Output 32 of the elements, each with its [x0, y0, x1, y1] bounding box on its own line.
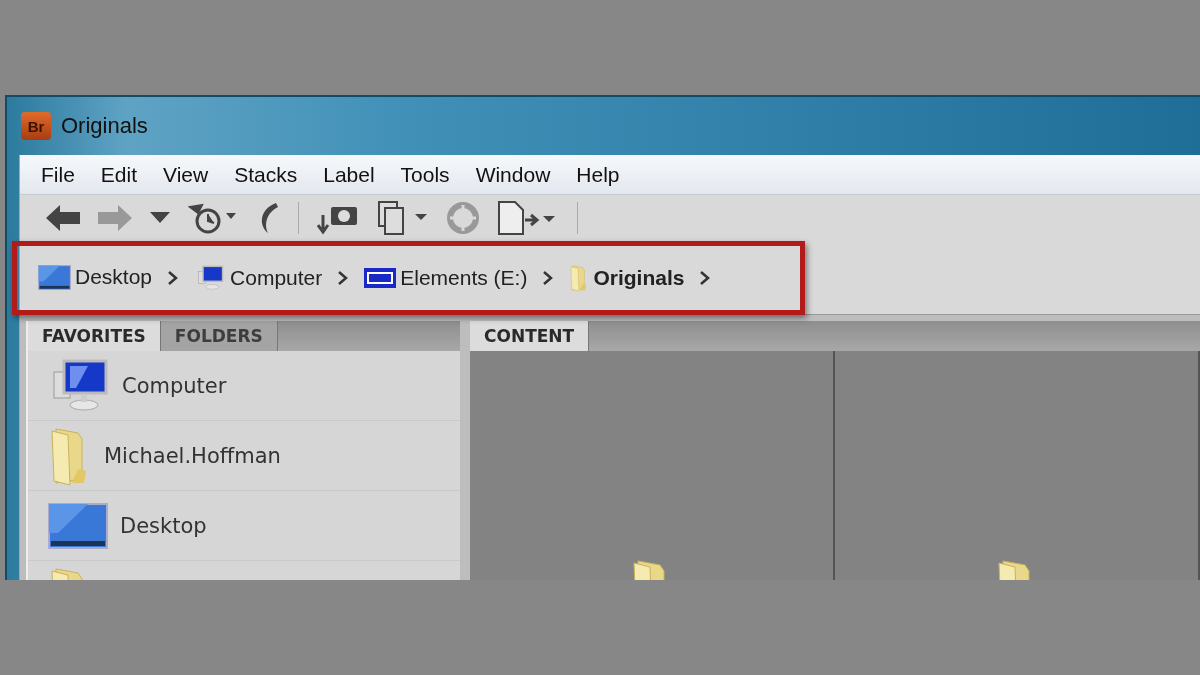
- panel-tab[interactable]: FOLDERS: [160, 321, 278, 351]
- breadcrumb[interactable]: Elements (E:): [364, 265, 528, 290]
- desktop-icon: [38, 264, 71, 291]
- menu-item[interactable]: Label: [310, 162, 388, 187]
- favorite-label: Computer: [122, 373, 227, 398]
- menu-item[interactable]: View: [150, 162, 222, 187]
- favorite-item[interactable]: Computer: [28, 351, 460, 421]
- drive-icon: [364, 267, 397, 288]
- clock-icon[interactable]: [188, 201, 238, 235]
- breadcrumb[interactable]: Desktop: [38, 264, 153, 291]
- panel-tab[interactable]: CONTENT: [470, 321, 590, 351]
- menu-item[interactable]: File: [28, 162, 88, 187]
- favorite-label: Desktop: [120, 513, 207, 538]
- app-icon: Br: [21, 112, 51, 140]
- panel-tab[interactable]: FAVORITES: [28, 321, 161, 351]
- favorite-label: Michael.Hoffman: [104, 443, 281, 468]
- thumbnail-cell[interactable]: [470, 351, 835, 580]
- back-arrow-icon[interactable]: [46, 205, 80, 231]
- desktop-icon: [48, 502, 108, 549]
- window-title: Originals: [61, 113, 148, 139]
- breadcrumb[interactable]: Originals: [569, 263, 685, 292]
- menu-item[interactable]: Window: [462, 162, 564, 187]
- menu-item[interactable]: Stacks: [221, 162, 311, 187]
- breadcrumb[interactable]: Computer: [194, 264, 323, 291]
- favorite-item[interactable]: Michael.Hoffman: [28, 421, 460, 491]
- menu-item[interactable]: Help: [563, 162, 633, 187]
- menu-item[interactable]: Edit: [87, 162, 151, 187]
- caret-icon[interactable]: [150, 212, 170, 224]
- menu-item[interactable]: Tools: [387, 162, 463, 187]
- copy-icon[interactable]: [377, 200, 429, 236]
- favorite-item[interactable]: Desktop: [28, 491, 460, 561]
- thumbnail-cell[interactable]: [835, 351, 1200, 580]
